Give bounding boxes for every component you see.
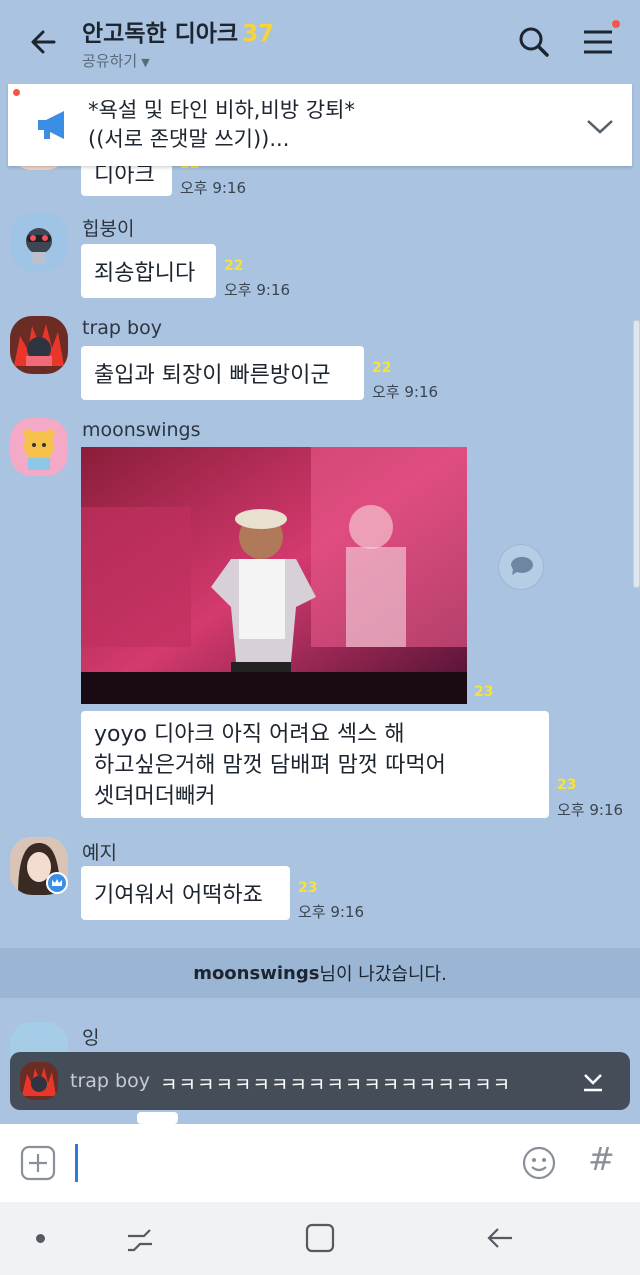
megaphone-icon — [34, 108, 74, 142]
system-message: moonswings 님이 나갔습니다. — [0, 948, 640, 998]
message-line: 셋뎌머더빼커 — [94, 784, 216, 809]
preview-text: ㅋㅋㅋㅋㅋㅋㅋㅋㅋㅋㅋㅋㅋㅋㅋㅋㅋㅋㅋ — [160, 1074, 512, 1096]
preview-sender: trap boy — [70, 1070, 150, 1092]
sender-name: 잉 — [82, 1027, 100, 1049]
search-icon[interactable] — [514, 22, 554, 62]
message-line: yoyo 디아크 아직 어려요 섹스 해 — [94, 722, 405, 747]
home-icon[interactable] — [304, 1222, 336, 1254]
sender-name: trap boy — [82, 317, 162, 339]
sender-name: 힙붕이 — [82, 218, 135, 240]
notice-line: *욕설 및 타인 비하,비방 강퇴* — [88, 98, 355, 122]
message-time: 오후 9:16 — [298, 903, 365, 921]
scrollbar-thumb[interactable] — [633, 320, 640, 588]
message-bubble[interactable]: 기여워서 어떡하죠 — [81, 866, 290, 920]
notice-text: *욕설 및 타인 비하,비방 강퇴* ((서로 존댓말 쓰기))... — [88, 96, 355, 154]
emoji-icon[interactable] — [521, 1145, 557, 1181]
chat-header: 안고독한 디아크 37 공유하기 ▼ — [0, 0, 640, 84]
avatar[interactable] — [10, 316, 68, 374]
member-count: 37 — [242, 21, 275, 47]
crown-badge-icon — [46, 872, 68, 894]
back-icon[interactable] — [484, 1222, 516, 1254]
avatar[interactable] — [10, 418, 68, 476]
latest-message-preview[interactable]: trap boy ㅋㅋㅋㅋㅋㅋㅋㅋㅋㅋㅋㅋㅋㅋㅋㅋㅋㅋㅋ — [10, 1052, 630, 1110]
message-line: 하고싶은거해 맘껏 담배펴 맘껏 따먹어 — [94, 753, 446, 778]
message-time: 오후 9:16 — [180, 179, 247, 197]
message-bubble[interactable] — [137, 1112, 178, 1124]
unread-count: 22 — [224, 258, 244, 274]
hash-icon[interactable]: # — [588, 1140, 615, 1178]
sender-name: 예지 — [82, 842, 117, 864]
message-input[interactable] — [70, 1134, 500, 1192]
nav-dot-icon[interactable] — [36, 1234, 45, 1243]
system-text: 님이 나갔습니다. — [319, 964, 447, 985]
unread-count: 22 — [372, 360, 392, 376]
system-nav-bar — [0, 1202, 640, 1275]
unread-count: 23 — [557, 777, 577, 793]
plus-icon[interactable] — [20, 1145, 56, 1181]
scroll-to-bottom-icon[interactable] — [580, 1069, 606, 1095]
sender-name: moonswings — [82, 419, 201, 441]
message-bubble[interactable]: 죄송합니다 — [81, 244, 216, 298]
recent-apps-icon[interactable] — [124, 1224, 156, 1256]
unread-count: 23 — [474, 684, 494, 700]
menu-icon[interactable] — [578, 22, 618, 62]
unread-count: 23 — [298, 880, 318, 896]
text-cursor — [75, 1144, 78, 1182]
message-bubble[interactable]: 출입과 퇴장이 빠른방이군 — [81, 346, 364, 400]
message-time: 오후 9:16 — [224, 281, 291, 299]
avatar[interactable] — [10, 213, 68, 271]
message-time: 오후 9:16 — [372, 383, 439, 401]
share-icon[interactable] — [498, 544, 544, 590]
photo-message[interactable] — [81, 447, 467, 704]
caret-down-icon: ▼ — [141, 56, 150, 69]
message-time: 오후 9:16 — [557, 801, 624, 819]
avatar — [20, 1062, 58, 1100]
message-bubble[interactable]: yoyo 디아크 아직 어려요 섹스 해 하고싶은거해 맘껏 담배펴 맘껏 따먹… — [81, 711, 549, 818]
new-badge-dot — [13, 89, 20, 96]
system-user: moonswings — [193, 962, 320, 984]
notice-banner[interactable]: *욕설 및 타인 비하,비방 강퇴* ((서로 존댓말 쓰기))... — [8, 84, 632, 166]
chat-title: 안고독한 디아크 37 — [82, 21, 275, 47]
notice-line: ((서로 존댓말 쓰기))... — [88, 127, 290, 151]
share-dropdown[interactable]: 공유하기 ▼ — [82, 50, 274, 71]
back-arrow-icon[interactable] — [24, 22, 64, 62]
new-badge-dot — [612, 20, 620, 28]
message-input-bar: # — [0, 1124, 640, 1202]
chevron-down-icon[interactable] — [582, 108, 618, 144]
chat-title-block[interactable]: 안고독한 디아크 37 공유하기 ▼ — [82, 14, 274, 71]
